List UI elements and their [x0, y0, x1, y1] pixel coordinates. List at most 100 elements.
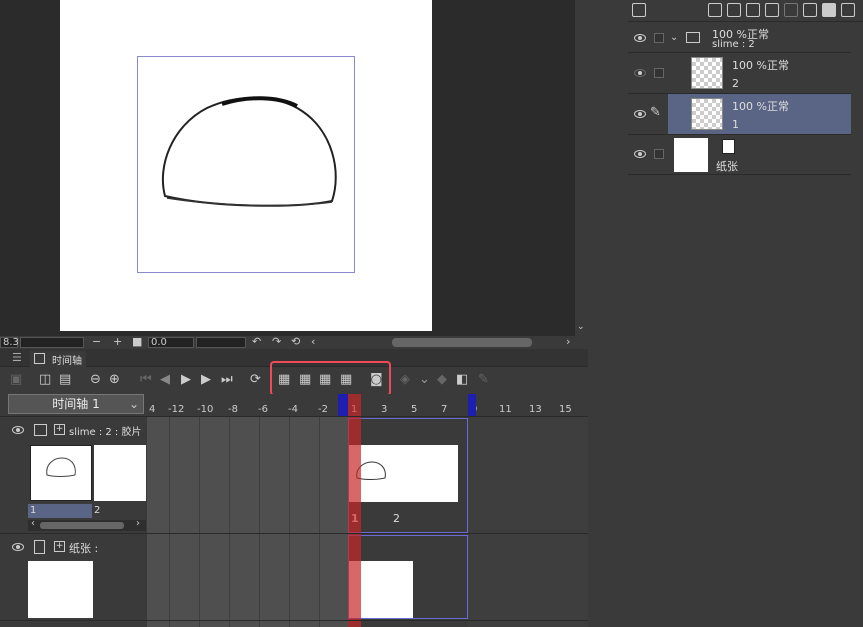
frame-gridline [229, 416, 230, 627]
reset-rotation-icon[interactable]: ⟲ [291, 336, 300, 348]
expand-icon[interactable]: + [54, 541, 65, 552]
zoom-out-icon[interactable]: ⊖ [90, 373, 101, 387]
new-timeline-icon[interactable]: ▣ [10, 373, 22, 387]
highlighted-cel-tools [270, 361, 391, 396]
playhead[interactable] [348, 394, 361, 627]
layer-cel-2[interactable]: 100 %正常 2 [628, 53, 851, 94]
scroll-right-icon[interactable]: › [136, 518, 140, 529]
zoom-out-icon[interactable]: − [92, 336, 101, 348]
range-start-marker[interactable] [338, 394, 348, 416]
new-raster-layer-icon[interactable] [708, 3, 722, 17]
chevron-down-icon[interactable]: ⌄ [670, 32, 678, 43]
animation-folder-icon [34, 424, 47, 436]
track1-cel-label-1: 1 [30, 505, 37, 516]
ruler-label: -4 [288, 404, 298, 415]
canvas-horizontal-scroll-thumb[interactable] [392, 338, 532, 347]
track1-cel-label-2: 2 [94, 505, 101, 516]
new-folder-icon[interactable] [746, 3, 760, 17]
slime-drawing [161, 96, 337, 207]
layer-property-icon[interactable] [632, 3, 646, 17]
new-animation-folder-icon[interactable]: ▤ [59, 373, 71, 387]
range-end-marker[interactable] [468, 394, 476, 416]
zoom-field[interactable]: 8.3 [0, 337, 19, 348]
eye-icon[interactable] [12, 426, 24, 434]
chevron-down-icon[interactable]: ⌄ [419, 373, 430, 387]
prev-frame-icon[interactable]: ◀ [160, 373, 170, 387]
selected-cel-label-bg [28, 504, 92, 518]
track1-label: slime : 2 : 胶片 [69, 427, 142, 438]
track-separator [0, 533, 588, 534]
cel-thumb-drawing [46, 457, 76, 477]
scroll-left-icon[interactable]: ‹ [31, 518, 35, 529]
paper-icon [34, 540, 45, 554]
eye-icon[interactable] [12, 543, 24, 551]
zoom-in-icon[interactable]: + [113, 336, 122, 348]
eye-icon[interactable] [634, 69, 646, 77]
tab-timeline[interactable]: 时间轴 [30, 351, 86, 367]
layer-lock-checkbox[interactable] [654, 68, 664, 78]
eye-icon[interactable] [634, 110, 646, 118]
combine-down-icon[interactable] [784, 3, 798, 17]
scroll-left-icon[interactable]: ‹ [311, 336, 315, 348]
enable-light-table-icon[interactable]: ◧ [456, 373, 468, 387]
eye-icon[interactable] [634, 34, 646, 42]
layer-thumbnail [691, 98, 723, 130]
ruler-label: -8 [228, 404, 238, 415]
paper-icon [722, 139, 735, 154]
rotation-field[interactable]: 0.0 [148, 337, 194, 348]
last-frame-icon[interactable]: ⏭ [221, 373, 233, 387]
transfer-down-icon[interactable] [765, 3, 779, 17]
zoom-slider[interactable] [20, 337, 84, 348]
clip-icon[interactable] [803, 3, 817, 17]
timeline-select[interactable]: 时间轴 1 ⌄ [8, 394, 144, 414]
scroll-down-icon[interactable]: ⌄ [577, 322, 585, 332]
timeline-cel-thumb-2[interactable] [394, 445, 458, 502]
frame-gridline [169, 416, 170, 627]
frame-gridline [259, 416, 260, 627]
new-vector-layer-icon[interactable] [727, 3, 741, 17]
mask-icon[interactable] [822, 3, 836, 17]
delete-layer-icon[interactable] [841, 3, 855, 17]
rotate-right-icon[interactable]: ↷ [272, 336, 281, 348]
loop-icon[interactable]: ⟳ [250, 373, 261, 387]
frame-icon[interactable]: ◫ [39, 373, 51, 387]
layer-lock-checkbox[interactable] [654, 149, 664, 159]
track2-cel-thumb[interactable] [28, 561, 93, 618]
track-separator [0, 620, 588, 621]
layer-name: 纸张 [716, 160, 738, 173]
folder-icon [686, 32, 700, 43]
canvas-vertical-scrollbar[interactable]: ⌄ [575, 0, 588, 336]
pen-icon[interactable]: ✎ [478, 373, 489, 387]
light-table-icon[interactable]: ◆ [437, 373, 447, 387]
layer-folder-slime[interactable]: ⌄ 100 %正常 slime : 2 [628, 24, 851, 53]
layer-thumbnail [691, 57, 723, 89]
ruler-label: 5 [411, 404, 418, 415]
layer-cel-1[interactable]: ✎ 100 %正常 1 [628, 94, 851, 135]
track2-label: 纸张 : [69, 542, 99, 555]
next-frame-icon[interactable]: ▶ [201, 373, 211, 387]
menu-icon[interactable]: ☰ [12, 351, 22, 364]
track-header-panel: + slime : 2 : 胶片 1 2 ‹ › + 纸张 : [0, 416, 147, 627]
scroll-thumb[interactable] [40, 522, 124, 529]
layer-name: 2 [732, 77, 739, 90]
rotate-left-icon[interactable]: ↶ [252, 336, 261, 348]
scroll-right-icon[interactable]: › [566, 336, 570, 348]
first-frame-icon[interactable]: ⏮ [140, 373, 152, 387]
ruler-label: -10 [197, 404, 214, 415]
camera-icon[interactable]: ◈ [400, 373, 410, 387]
frame-ruler[interactable]: 4 -12 -10 -8 -6 -4 -2 1 3 5 7 9 11 13 15 [147, 394, 588, 416]
fit-icon[interactable]: ■ [132, 336, 142, 348]
zoom-in-icon[interactable]: ⊕ [109, 373, 120, 387]
track-separator [0, 416, 588, 417]
track1-scrollbar[interactable]: ‹ › [28, 518, 146, 531]
tab-timeline-label: 时间轴 [52, 356, 82, 367]
rotation-slider[interactable] [196, 337, 246, 348]
layer-lock-checkbox[interactable] [654, 33, 664, 43]
layer-paper[interactable]: 纸张 [628, 135, 851, 175]
track1-cel-thumb-2[interactable] [94, 445, 146, 501]
play-icon[interactable]: ▶ [181, 373, 191, 387]
timeline-icon [34, 353, 45, 364]
eye-icon[interactable] [634, 150, 646, 158]
chevron-down-icon: ⌄ [128, 397, 139, 411]
expand-icon[interactable]: + [54, 424, 65, 435]
